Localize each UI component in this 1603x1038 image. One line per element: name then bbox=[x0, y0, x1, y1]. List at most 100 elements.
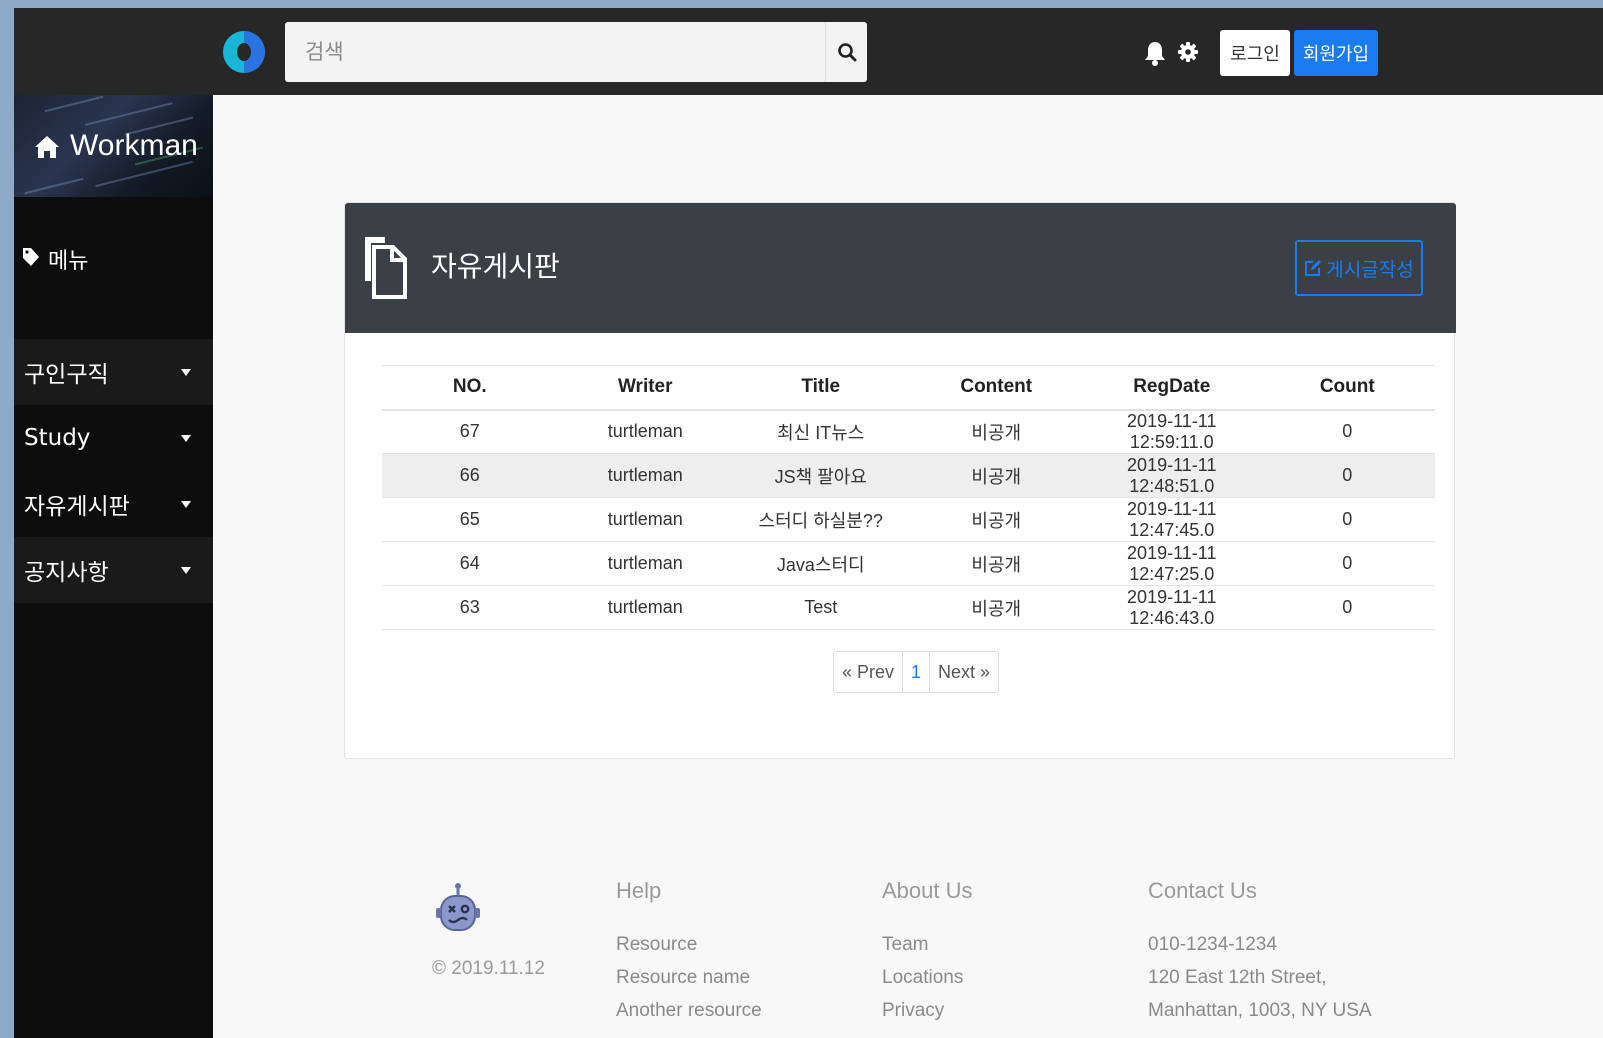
search-icon bbox=[837, 43, 856, 62]
cell-no: 65 bbox=[382, 497, 558, 542]
cell-content: 비공개 bbox=[908, 497, 1084, 542]
home-icon bbox=[35, 136, 59, 158]
column-header: Content bbox=[908, 365, 1084, 411]
prev-page-button[interactable]: « Prev bbox=[834, 652, 902, 692]
cell-no: 64 bbox=[382, 541, 558, 586]
search-button[interactable] bbox=[825, 22, 867, 82]
sidebar-item-label: Study bbox=[24, 425, 91, 451]
table-row[interactable]: 64 turtleman Java스터디 비공개 2019-11-11 12:4… bbox=[382, 541, 1435, 586]
write-post-label: 게시글작성 bbox=[1326, 258, 1414, 281]
search-input[interactable] bbox=[285, 22, 825, 82]
next-page-button[interactable]: Next » bbox=[929, 652, 998, 692]
footer-heading: About Us bbox=[882, 878, 973, 903]
cell-count: 0 bbox=[1259, 585, 1435, 630]
caret-down-icon bbox=[181, 369, 191, 376]
column-header: NO. bbox=[382, 365, 558, 411]
table-row[interactable]: 67 turtleman 최신 IT뉴스 비공개 2019-11-11 12:5… bbox=[382, 409, 1435, 454]
column-header: RegDate bbox=[1084, 365, 1260, 411]
footer-link[interactable]: Resource name bbox=[616, 967, 762, 1000]
cell-title[interactable]: 스터디 하실분?? bbox=[733, 497, 909, 542]
footer-heading: Help bbox=[616, 878, 662, 903]
cell-writer: turtleman bbox=[557, 585, 733, 630]
footer-link[interactable]: Team bbox=[882, 934, 973, 967]
table-row[interactable]: 66 turtleman JS책 팔아요 비공개 2019-11-11 12:4… bbox=[382, 453, 1435, 498]
caret-down-icon bbox=[181, 567, 191, 574]
contact-address-line: 120 East 12th Street, bbox=[1148, 967, 1327, 988]
cell-regdate: 2019-11-11 12:47:25.0 bbox=[1084, 541, 1260, 586]
table-row[interactable]: 65 turtleman 스터디 하실분?? 비공개 2019-11-11 12… bbox=[382, 497, 1435, 542]
copyright-text: © 2019.11.12 bbox=[432, 958, 545, 979]
footer-contact-column: Contact Us 010-1234-1234 120 East 12th S… bbox=[1148, 878, 1372, 1033]
sidebar-item-jobs[interactable]: 구인구직 bbox=[14, 339, 213, 405]
board-card: 자유게시판 게시글작성 NO. Writer Title Content Reg… bbox=[344, 202, 1456, 759]
cell-count: 0 bbox=[1259, 409, 1435, 454]
sidebar-brand[interactable]: Workman bbox=[14, 95, 213, 197]
cell-no: 63 bbox=[382, 585, 558, 630]
footer-heading: Contact Us bbox=[1148, 878, 1257, 903]
table-row[interactable]: 63 turtleman Test 비공개 2019-11-11 12:46:4… bbox=[382, 585, 1435, 630]
sidebar-item-label: 구인구직 bbox=[24, 362, 109, 388]
caret-down-icon bbox=[181, 501, 191, 508]
board-header: 자유게시판 게시글작성 bbox=[345, 203, 1456, 333]
cell-content: 비공개 bbox=[908, 409, 1084, 454]
top-navbar: 로그인 회원가입 bbox=[14, 8, 1603, 95]
cell-content: 비공개 bbox=[908, 453, 1084, 498]
app-logo-icon[interactable] bbox=[222, 22, 266, 82]
caret-down-icon bbox=[181, 435, 191, 442]
cell-writer: turtleman bbox=[557, 541, 733, 586]
footer-help-column: Help Resource Resource name Another reso… bbox=[616, 878, 762, 1033]
login-button[interactable]: 로그인 bbox=[1220, 30, 1290, 76]
cell-count: 0 bbox=[1259, 453, 1435, 498]
contact-address-line: Manhattan, 1003, NY USA bbox=[1148, 1000, 1372, 1021]
cell-writer: turtleman bbox=[557, 497, 733, 542]
sidebar-item-label: 공지사항 bbox=[24, 560, 109, 586]
footer-link[interactable]: Another resource bbox=[616, 1000, 762, 1033]
cell-no: 67 bbox=[382, 409, 558, 454]
cell-content: 비공개 bbox=[908, 541, 1084, 586]
table-header-row: NO. Writer Title Content RegDate Count bbox=[382, 365, 1435, 411]
footer-link[interactable]: Resource bbox=[616, 934, 762, 967]
cell-no: 66 bbox=[382, 453, 558, 498]
column-header: Count bbox=[1259, 365, 1435, 411]
column-header: Title bbox=[733, 365, 909, 411]
cell-content: 비공개 bbox=[908, 585, 1084, 630]
cell-regdate: 2019-11-11 12:59:11.0 bbox=[1084, 409, 1260, 454]
robot-icon bbox=[436, 883, 480, 931]
cell-writer: turtleman bbox=[557, 409, 733, 454]
sidebar-item-notice[interactable]: 공지사항 bbox=[14, 537, 213, 603]
tag-icon bbox=[23, 248, 39, 266]
footer: © 2019.11.12 Help Resource Resource name… bbox=[14, 848, 1603, 1038]
cell-writer: turtleman bbox=[557, 453, 733, 498]
edit-icon bbox=[1305, 260, 1322, 276]
sidebar-item-free-board[interactable]: 자유게시판 bbox=[14, 471, 213, 537]
column-header: Writer bbox=[557, 365, 733, 411]
cell-title[interactable]: Java스터디 bbox=[733, 541, 909, 586]
page-number-button[interactable]: 1 bbox=[902, 652, 929, 692]
signup-button[interactable]: 회원가입 bbox=[1294, 30, 1378, 76]
cell-title[interactable]: JS책 팔아요 bbox=[733, 453, 909, 498]
contact-phone: 010-1234-1234 bbox=[1148, 934, 1277, 955]
cell-regdate: 2019-11-11 12:47:45.0 bbox=[1084, 497, 1260, 542]
cell-regdate: 2019-11-11 12:46:43.0 bbox=[1084, 585, 1260, 630]
documents-icon bbox=[365, 237, 407, 299]
sidebar-item-study[interactable]: Study bbox=[14, 405, 213, 471]
cell-count: 0 bbox=[1259, 541, 1435, 586]
pagination: « Prev 1 Next » bbox=[833, 651, 1000, 693]
cell-count: 0 bbox=[1259, 497, 1435, 542]
cell-title[interactable]: 최신 IT뉴스 bbox=[733, 409, 909, 454]
menu-header: 메뉴 bbox=[14, 197, 213, 339]
search-box bbox=[285, 22, 867, 82]
brand-name: Workman bbox=[70, 129, 198, 162]
sidebar-item-label: 자유게시판 bbox=[24, 494, 130, 520]
write-post-button[interactable]: 게시글작성 bbox=[1295, 240, 1423, 296]
gear-icon[interactable] bbox=[1178, 42, 1198, 62]
cell-title[interactable]: Test bbox=[733, 585, 909, 630]
footer-about-column: About Us Team Locations Privacy bbox=[882, 878, 973, 1033]
footer-link[interactable]: Privacy bbox=[882, 1000, 973, 1033]
cell-regdate: 2019-11-11 12:48:51.0 bbox=[1084, 453, 1260, 498]
footer-link[interactable]: Locations bbox=[882, 967, 973, 1000]
bell-icon[interactable] bbox=[1144, 40, 1166, 66]
menu-label: 메뉴 bbox=[48, 249, 89, 274]
board-table: NO. Writer Title Content RegDate Count 6… bbox=[382, 365, 1435, 630]
board-title: 자유게시판 bbox=[431, 250, 560, 283]
